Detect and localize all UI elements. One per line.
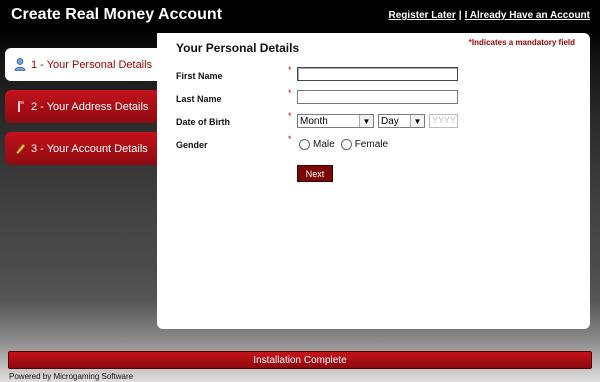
first-name-input[interactable] [297, 67, 458, 81]
last-name-label: Last Name [176, 94, 222, 104]
link-separator: | [458, 10, 462, 21]
installation-status-bar: Installation Complete [8, 351, 592, 369]
step-label: 3 - Your Account Details [31, 142, 148, 155]
year-input[interactable]: YYYY [429, 114, 458, 128]
step-personal-details[interactable]: 1 - Your Personal Details [5, 48, 165, 81]
panel-title: Your Personal Details [176, 41, 300, 55]
app-title: Create Real Money Account [11, 6, 223, 23]
gender-label: Gender [176, 140, 208, 150]
mandatory-note: *Indicates a mandatory field [469, 38, 575, 47]
male-radio[interactable] [299, 139, 310, 150]
step-address-details[interactable]: 2 - Your Address Details [5, 90, 162, 123]
user-icon [13, 58, 27, 72]
first-name-label: First Name [176, 71, 223, 81]
month-select-value: Month [300, 115, 328, 127]
mailbox-icon [13, 100, 27, 114]
male-radio-label: Male [313, 139, 335, 150]
last-name-input[interactable] [297, 90, 458, 104]
register-later-link[interactable]: Register Later [389, 10, 456, 21]
already-have-account-link[interactable]: I Already Have an Account [465, 10, 590, 21]
mandatory-note-text: Indicates a mandatory field [471, 38, 575, 47]
required-marker: * [288, 88, 292, 98]
top-bar: Create Real Money Account Register Later… [0, 0, 600, 32]
month-select[interactable]: Month ▼ [297, 114, 374, 128]
female-radio-label: Female [354, 139, 389, 150]
required-marker: * [288, 111, 292, 121]
step-label: 2 - Your Address Details [31, 100, 149, 113]
day-select-value: Day [381, 115, 399, 127]
chevron-down-icon: ▼ [359, 115, 373, 127]
header-links: Register Later | I Already Have an Account [389, 10, 590, 21]
step-account-details[interactable]: 3 - Your Account Details [5, 132, 162, 165]
chevron-down-icon: ▼ [410, 115, 424, 127]
female-radio[interactable] [340, 139, 352, 150]
required-marker: * [288, 134, 292, 144]
step-label: 1 - Your Personal Details [31, 58, 153, 71]
gender-options: Male Female [299, 139, 394, 150]
pencil-icon [13, 142, 27, 156]
dob-label: Date of Birth [176, 117, 230, 127]
day-select[interactable]: Day ▼ [378, 114, 425, 128]
powered-by-text: Powered by Microgaming Software [9, 372, 134, 381]
next-button[interactable]: Next [297, 165, 333, 182]
required-marker: * [288, 65, 292, 75]
personal-details-panel: Your Personal Details *Indicates a manda… [157, 33, 590, 329]
